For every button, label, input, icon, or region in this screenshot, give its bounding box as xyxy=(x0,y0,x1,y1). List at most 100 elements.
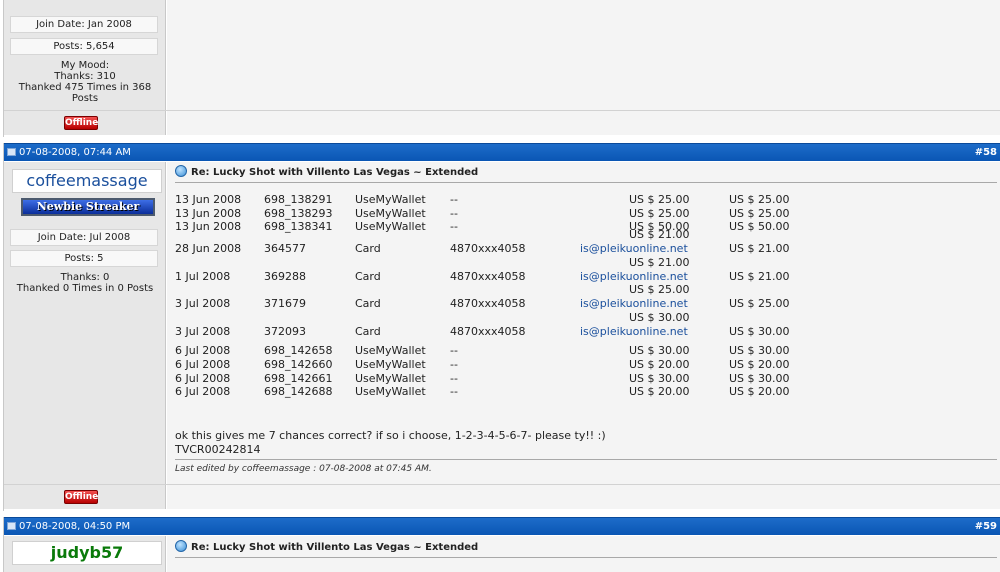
tx-date: 6 Jul 2008 xyxy=(175,385,231,399)
tx-method: UseMyWallet xyxy=(355,220,426,234)
post-date: 07-08-2008, 07:44 AM xyxy=(19,147,131,158)
tx-id: 698_138291 xyxy=(264,193,333,206)
tx-date: 3 Jul 2008 xyxy=(175,324,231,338)
tx-date: 13 Jun 2008 xyxy=(175,220,242,234)
tx-amount: US $ 20.00 xyxy=(629,357,690,371)
tx-id: 698_138293 xyxy=(264,206,333,220)
tx-id: 372093 xyxy=(264,324,306,338)
join-date: Join Date: Jul 2008 xyxy=(10,229,158,246)
post-59-sidebar: judyb57 xyxy=(4,536,166,572)
tx-account: -- xyxy=(450,385,458,399)
tx-account: -- xyxy=(450,371,458,385)
join-date: Join Date: Jan 2008 xyxy=(10,16,158,33)
tx-account: -- xyxy=(450,357,458,371)
tx-total: US $ 20.00 xyxy=(729,385,790,399)
tx-amount: US $ 30.00 xyxy=(629,310,690,324)
tx-account: -- xyxy=(450,193,458,206)
post-57-sidebar: Join Date: Jan 2008 Posts: 5,654 My Mood… xyxy=(4,0,166,110)
tx-amount: US $ 25.00 xyxy=(629,193,690,206)
tx-id: 698_142661 xyxy=(264,371,333,385)
thanked-count-posts: Posts xyxy=(71,93,99,104)
tx-id: 698_142688 xyxy=(264,385,333,399)
tx-id: 698_142658 xyxy=(264,344,333,358)
post-message: ok this gives me 7 chances correct? if s… xyxy=(175,429,606,442)
username-link[interactable]: judyb57 xyxy=(12,541,162,565)
smile-icon xyxy=(175,165,187,177)
tx-total: US $ 25.00 xyxy=(729,193,790,206)
tx-method: UseMyWallet xyxy=(355,385,426,399)
tx-amount: US $ 21.00 xyxy=(629,255,690,269)
tx-id: 364577 xyxy=(264,242,306,256)
post-count: Posts: 5 xyxy=(10,250,158,267)
offline-status-icon: Offline xyxy=(64,116,99,130)
post-title: Re: Lucky Shot with Villento Las Vegas ~… xyxy=(175,538,997,558)
tx-email: is@pleikuonline.net xyxy=(580,297,688,311)
thanks-count: Thanks: 310 xyxy=(54,71,116,82)
post-title: Re: Lucky Shot with Villento Las Vegas ~… xyxy=(175,163,997,183)
edit-note: Last edited by coffeemassage : 07-08-200… xyxy=(175,459,997,474)
tx-amount: US $ 25.00 xyxy=(629,283,690,297)
post-57-footer: Offline xyxy=(4,110,1000,135)
tx-date: 3 Jul 2008 xyxy=(175,297,231,311)
tx-account: -- xyxy=(450,206,458,220)
smile-icon xyxy=(175,540,187,552)
post-59: 07-08-2008, 04:50 PM #59 judyb57 Re: Luc… xyxy=(3,517,1000,572)
tx-amount: US $ 30.00 xyxy=(629,344,690,358)
tx-id: 371679 xyxy=(264,297,306,311)
tx-date: 1 Jul 2008 xyxy=(175,269,231,283)
tx-method: UseMyWallet xyxy=(355,357,426,371)
thanked-count: Thanked 475 Times in 368 xyxy=(18,82,152,93)
tx-method: Card xyxy=(355,242,381,256)
post-58: 07-08-2008, 07:44 AM #58 coffeemassage N… xyxy=(3,143,1000,511)
post-number-link[interactable]: #59 xyxy=(975,518,997,536)
tx-amount: US $ 20.00 xyxy=(629,385,690,399)
post-icon xyxy=(7,148,16,156)
tx-account: 4870xxx4058 xyxy=(450,297,526,311)
post-58-content: Re: Lucky Shot with Villento Las Vegas ~… xyxy=(167,162,1000,484)
post-count: Posts: 5,654 xyxy=(10,38,158,55)
tx-method: UseMyWallet xyxy=(355,344,426,358)
tx-method: Card xyxy=(355,297,381,311)
tx-total: US $ 30.00 xyxy=(729,371,790,385)
tx-account: -- xyxy=(450,344,458,358)
tx-total: US $ 20.00 xyxy=(729,357,790,371)
tx-id: 369288 xyxy=(264,269,306,283)
forum-thread: Join Date: Jan 2008 Posts: 5,654 My Mood… xyxy=(0,0,1000,572)
post-58-header: 07-08-2008, 07:44 AM #58 xyxy=(4,143,1000,161)
thanked-count: Thanked 0 Times in 0 Posts xyxy=(16,283,154,294)
tx-total: US $ 30.00 xyxy=(729,324,790,338)
tx-total: US $ 25.00 xyxy=(729,206,790,220)
post-58-footer: Offline xyxy=(4,484,1000,509)
post-59-header: 07-08-2008, 04:50 PM #59 xyxy=(4,517,1000,535)
tx-amount: US $ 25.00 xyxy=(629,206,690,220)
tx-account: 4870xxx4058 xyxy=(450,242,526,256)
post-59-content: Re: Lucky Shot with Villento Las Vegas ~… xyxy=(167,536,1000,572)
tx-total: US $ 30.00 xyxy=(729,344,790,358)
tx-email: is@pleikuonline.net xyxy=(580,269,688,283)
tx-email: is@pleikuonline.net xyxy=(580,242,688,256)
mood-label: My Mood: xyxy=(60,60,110,71)
tx-amount: US $ 21.00 xyxy=(629,228,690,242)
post-code: TVCR00242814 xyxy=(175,443,261,456)
tx-account: 4870xxx4058 xyxy=(450,269,526,283)
rank-badge: Newbie Streaker xyxy=(21,198,155,216)
tx-method: UseMyWallet xyxy=(355,206,426,220)
tx-date: 6 Jul 2008 xyxy=(175,371,231,385)
offline-status-icon: Offline xyxy=(64,490,99,504)
tx-account: 4870xxx4058 xyxy=(450,324,526,338)
username-link[interactable]: coffeemassage xyxy=(12,169,162,193)
post-number-link[interactable]: #58 xyxy=(975,144,997,162)
tx-total: US $ 21.00 xyxy=(729,269,790,283)
post-58-sidebar: coffeemassage Newbie Streaker Join Date:… xyxy=(4,162,166,484)
tx-method: UseMyWallet xyxy=(355,371,426,385)
post-57: Join Date: Jan 2008 Posts: 5,654 My Mood… xyxy=(3,0,1000,137)
tx-date: 13 Jun 2008 xyxy=(175,193,242,206)
tx-date: 28 Jun 2008 xyxy=(175,242,242,256)
tx-method: Card xyxy=(355,324,381,338)
tx-date: 13 Jun 2008 xyxy=(175,206,242,220)
tx-date: 6 Jul 2008 xyxy=(175,344,231,358)
thanks-count: Thanks: 0 xyxy=(60,272,110,283)
tx-id: 698_142660 xyxy=(264,357,333,371)
tx-id: 698_138341 xyxy=(264,220,333,234)
tx-amount: US $ 30.00 xyxy=(629,371,690,385)
